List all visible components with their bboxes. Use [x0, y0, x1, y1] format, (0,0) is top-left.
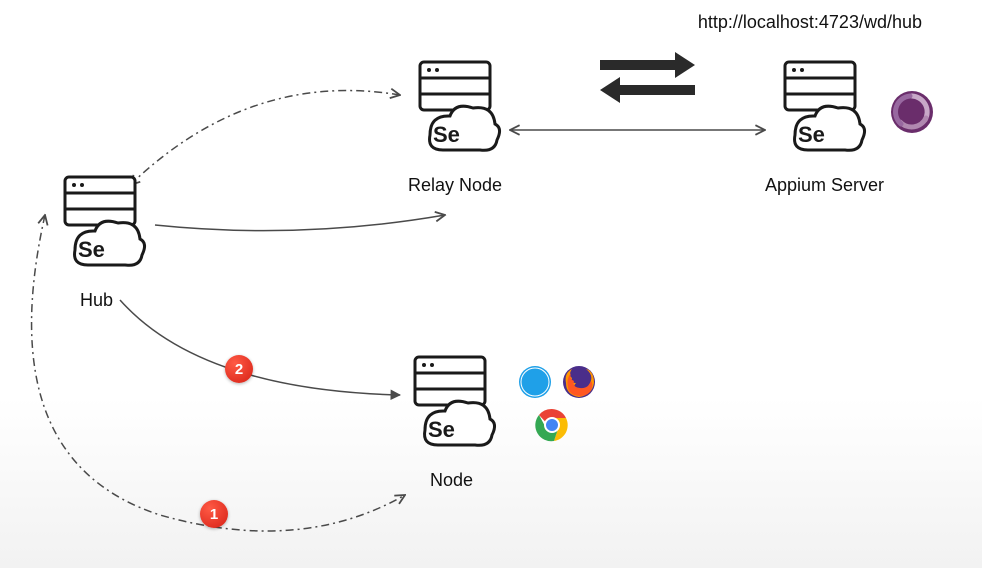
appium-logo-icon: [890, 90, 934, 134]
firefox-icon: [562, 365, 596, 399]
svg-text:Se: Se: [78, 237, 105, 262]
badge-2: 2: [225, 355, 253, 383]
chrome-icon: [535, 408, 569, 442]
bidirectional-arrows-icon: [600, 52, 695, 103]
relay-node-label: Relay Node: [408, 175, 502, 196]
appium-server-icon: Se: [770, 60, 870, 165]
badge-1: 1: [200, 500, 228, 528]
hub-server-icon: Se: [50, 175, 150, 280]
hub-to-relay-solid-arrow: [155, 215, 445, 231]
node-server-icon: Se: [400, 355, 500, 460]
hub-to-node-arrow-2: [120, 300, 400, 395]
appium-url-label: http://localhost:4723/wd/hub: [698, 12, 922, 33]
relay-node-server-icon: Se: [405, 60, 505, 165]
svg-text:Se: Se: [798, 122, 825, 147]
appium-server-label: Appium Server: [765, 175, 884, 196]
hub-to-relay-dashed-arrow: [130, 91, 400, 185]
node-label: Node: [430, 470, 473, 491]
safari-icon: [518, 365, 552, 399]
hub-label: Hub: [80, 290, 113, 311]
svg-text:Se: Se: [433, 122, 460, 147]
svg-text:Se: Se: [428, 417, 455, 442]
